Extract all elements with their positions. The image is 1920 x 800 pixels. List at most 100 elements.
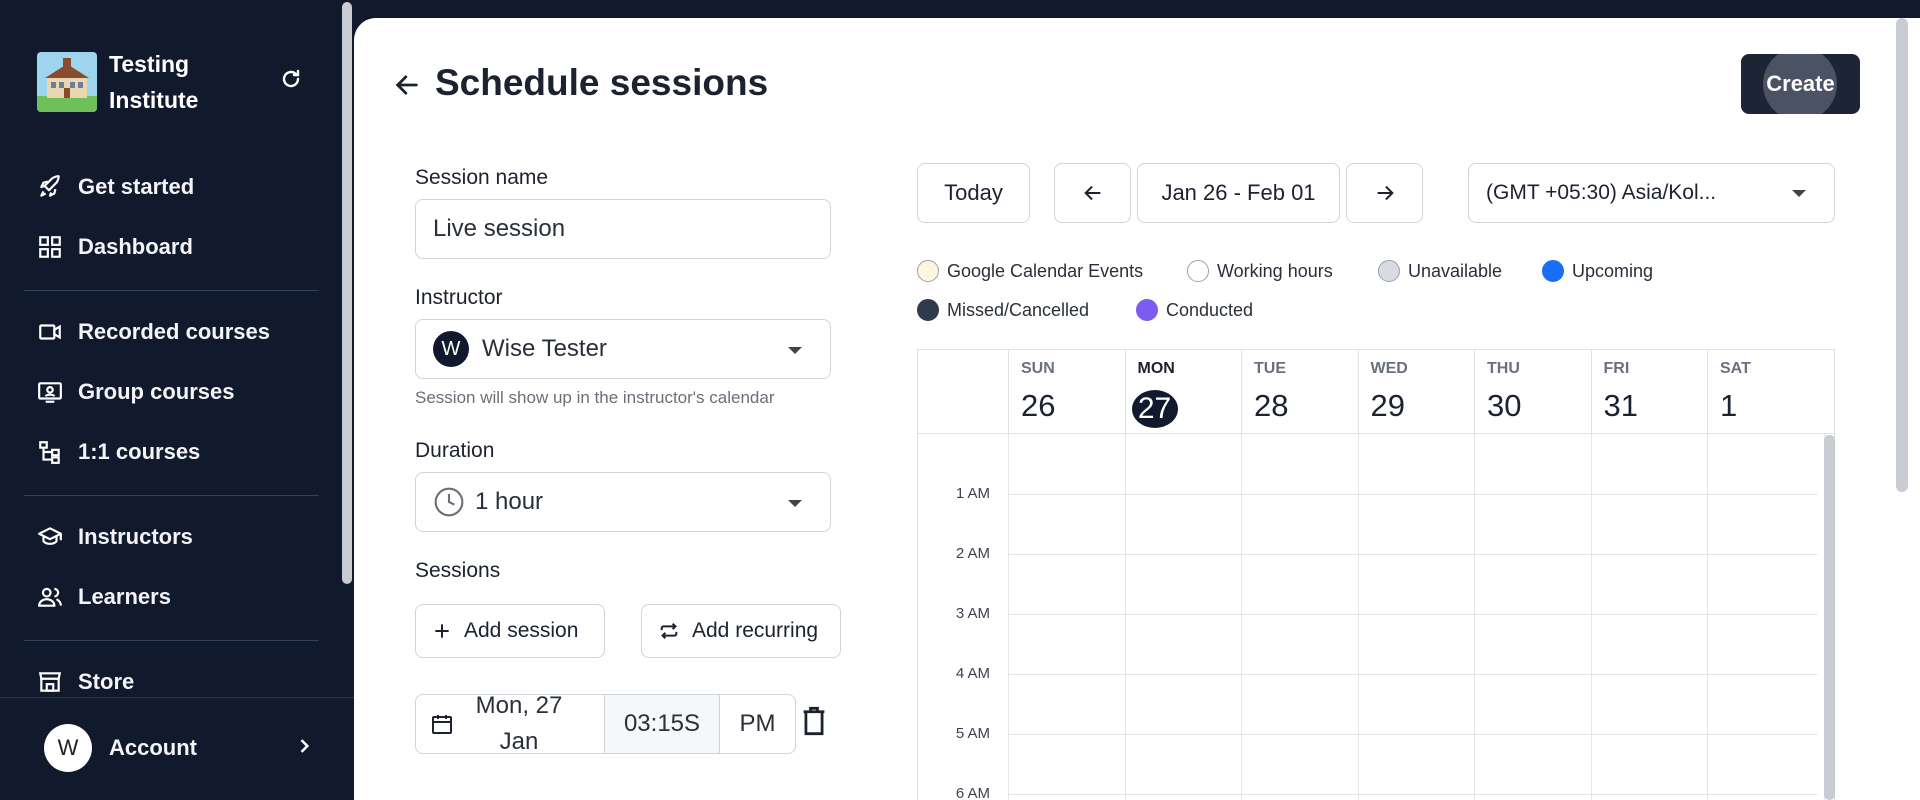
day-header-fri[interactable]: FRI 31 bbox=[1590, 350, 1707, 434]
instructor-label: Instructor bbox=[415, 286, 503, 309]
legend-swatch bbox=[1378, 260, 1400, 282]
sidebar-item-get-started[interactable]: Get started bbox=[36, 167, 194, 207]
day-column-line bbox=[1474, 434, 1475, 800]
hour-label: 2 AM bbox=[955, 545, 990, 562]
brand[interactable]: Testing Institute bbox=[37, 46, 229, 118]
day-name: THU bbox=[1487, 360, 1520, 377]
hour-line bbox=[1008, 734, 1818, 735]
hour-label: 1 AM bbox=[955, 485, 990, 502]
create-button-label: Create bbox=[1766, 71, 1835, 96]
day-header-tue[interactable]: TUE 28 bbox=[1241, 350, 1357, 434]
chevron-down-icon bbox=[1792, 190, 1806, 197]
session-name-input[interactable]: Live session bbox=[415, 199, 831, 259]
session-time-value: 03:15S bbox=[623, 710, 701, 737]
legend-swatch bbox=[917, 260, 939, 282]
day-column-line bbox=[1124, 434, 1126, 800]
store-icon bbox=[36, 668, 64, 696]
institute-logo bbox=[37, 52, 97, 112]
calendar-header: SUN 26 MON 27 TUE 28 WED 29 THU 30 FRI 31 SAT 1 bbox=[918, 350, 1834, 434]
legend-label: Google Calendar Events bbox=[947, 260, 1144, 281]
presentation-icon bbox=[36, 378, 64, 406]
duration-value: 1 hour bbox=[475, 488, 544, 515]
sidebar-item-store[interactable]: Store bbox=[36, 662, 134, 702]
legend-label: Working hours bbox=[1217, 260, 1333, 281]
day-header-sat[interactable]: SAT 1 bbox=[1707, 350, 1823, 434]
legend-item: Working hours bbox=[1187, 260, 1333, 282]
day-name: FRI bbox=[1603, 360, 1630, 377]
session-time-input[interactable]: 03:15S bbox=[605, 694, 720, 754]
date-range-display: Jan 26 - Feb 01 bbox=[1137, 163, 1340, 223]
next-week-button[interactable] bbox=[1346, 163, 1423, 223]
chevron-down-icon bbox=[788, 500, 802, 507]
day-column-line bbox=[1590, 434, 1592, 800]
legend-item: Missed/Cancelled bbox=[917, 299, 1089, 321]
instructor-value: Wise Tester bbox=[482, 335, 607, 362]
day-name: WED bbox=[1370, 360, 1408, 377]
prev-week-button[interactable] bbox=[1054, 163, 1131, 223]
day-name: MON bbox=[1137, 360, 1175, 377]
page-title: Schedule sessions bbox=[435, 62, 769, 103]
avatar: W bbox=[44, 724, 92, 772]
sidebar-item-learners[interactable]: Learners bbox=[36, 577, 171, 617]
day-header-mon[interactable]: MON 27 bbox=[1124, 350, 1241, 434]
account-label: Account bbox=[109, 735, 197, 760]
graduation-cap-icon bbox=[36, 523, 64, 551]
sidebar-item-recorded-courses[interactable]: Recorded courses bbox=[36, 312, 270, 352]
legend-label: Conducted bbox=[1166, 299, 1254, 320]
legend-item: Google Calendar Events bbox=[917, 260, 1143, 282]
main-scrollbar[interactable] bbox=[1896, 18, 1908, 492]
today-button[interactable]: Today bbox=[917, 163, 1030, 223]
chevron-down-icon bbox=[788, 347, 802, 354]
add-session-button[interactable]: Add session bbox=[415, 604, 605, 658]
repeat-icon bbox=[658, 620, 680, 642]
sidebar-item-dashboard[interactable]: Dashboard bbox=[36, 227, 193, 267]
arrow-right-icon bbox=[1374, 182, 1396, 204]
day-column-line bbox=[1357, 434, 1359, 800]
calendar-icon bbox=[430, 712, 454, 736]
day-header-thu[interactable]: THU 30 bbox=[1474, 350, 1590, 434]
session-ampm-select[interactable]: PM bbox=[720, 694, 796, 754]
sidebar-item-label: Store bbox=[78, 669, 135, 694]
account-menu[interactable]: W Account bbox=[44, 724, 314, 772]
session-date-picker[interactable]: Mon, 27 Jan bbox=[415, 692, 605, 755]
video-icon bbox=[36, 318, 64, 346]
day-header-wed[interactable]: WED 29 bbox=[1357, 350, 1474, 434]
refresh-icon[interactable] bbox=[276, 64, 306, 94]
hour-line bbox=[1008, 794, 1818, 795]
timezone-select[interactable]: (GMT +05:30) Asia/Kol... bbox=[1468, 163, 1835, 223]
trash-icon[interactable] bbox=[801, 706, 827, 741]
legend-swatch bbox=[917, 299, 939, 321]
institute-name: Testing Institute bbox=[109, 51, 199, 113]
clock-icon bbox=[433, 486, 465, 518]
hour-label: 4 AM bbox=[955, 665, 990, 682]
day-date: 27 bbox=[1131, 390, 1178, 428]
add-session-label: Add session bbox=[464, 619, 579, 642]
session-name-value: Live session bbox=[433, 215, 566, 242]
sidebar-item-one-on-one-courses[interactable]: 1:1 courses bbox=[36, 432, 200, 472]
sidebar-item-instructors[interactable]: Instructors bbox=[36, 517, 193, 557]
today-label: Today bbox=[944, 180, 1003, 205]
users-icon bbox=[36, 583, 64, 611]
day-name: TUE bbox=[1254, 360, 1286, 377]
legend-label: Upcoming bbox=[1572, 260, 1654, 281]
sidebar-item-label: Group courses bbox=[78, 379, 235, 404]
sidebar-item-group-courses[interactable]: Group courses bbox=[36, 372, 234, 412]
avatar: W bbox=[433, 331, 469, 367]
instructor-hint: Session will show up in the instructor's… bbox=[415, 388, 775, 407]
sidebar-scrollbar[interactable] bbox=[342, 2, 352, 584]
add-recurring-button[interactable]: Add recurring bbox=[641, 604, 841, 658]
duration-select[interactable]: 1 hour bbox=[415, 472, 831, 532]
legend-label: Missed/Cancelled bbox=[947, 299, 1090, 320]
create-button[interactable]: Create bbox=[1741, 54, 1860, 114]
instructor-select[interactable]: W Wise Tester bbox=[415, 319, 831, 379]
hour-label: 6 AM bbox=[955, 785, 990, 800]
day-column-line bbox=[1241, 434, 1242, 800]
calendar-scrollbar[interactable] bbox=[1824, 435, 1835, 800]
hour-label: 5 AM bbox=[955, 725, 990, 742]
session-name-label: Session name bbox=[415, 166, 549, 189]
day-header-sun[interactable]: SUN 26 bbox=[1008, 350, 1124, 434]
legend-swatch bbox=[1187, 260, 1209, 282]
sidebar: Testing Institute Get started Dashboard … bbox=[0, 0, 354, 800]
sidebar-item-label: 1:1 courses bbox=[78, 439, 201, 464]
back-arrow-icon[interactable] bbox=[390, 68, 424, 102]
